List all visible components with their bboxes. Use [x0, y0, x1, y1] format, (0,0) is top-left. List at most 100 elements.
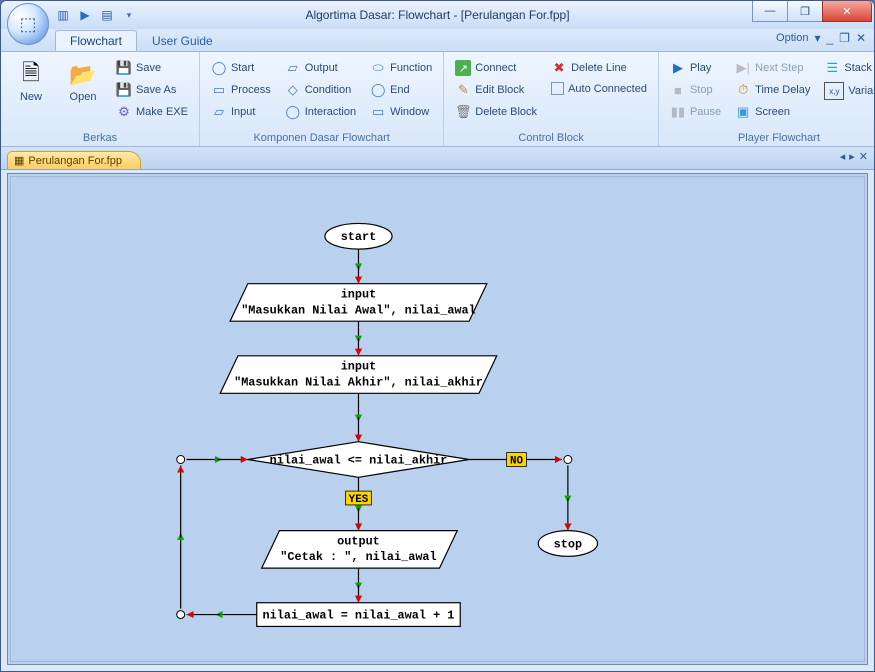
makeexe-button[interactable]: ⚙Make EXE [111, 102, 193, 122]
doc-nav-left-icon[interactable]: ◂ [840, 150, 846, 163]
screen-button[interactable]: ▣ Screen [730, 102, 815, 122]
interaction-icon: ◯ [285, 104, 301, 120]
play-label: Play [690, 62, 711, 74]
stop-label: Stop [690, 84, 713, 96]
pause-label: Pause [690, 106, 721, 118]
start-label: Start [231, 62, 254, 74]
doc-nav-close-icon[interactable]: ✕ [859, 150, 868, 163]
editblock-button[interactable]: ✎ Edit Block [450, 80, 542, 100]
node-input2-l1: input [341, 360, 377, 374]
group-control-label: Control Block [450, 130, 652, 144]
process-label: Process [231, 84, 271, 96]
variable-icon: x,y [824, 82, 844, 100]
node-condition-text: nilai_awal <= nilai_akhir [270, 453, 448, 467]
group-berkas-label: Berkas [7, 130, 193, 144]
qat-icon-3[interactable]: ▤ [99, 7, 115, 23]
process-button[interactable]: ▭ Process [206, 80, 276, 100]
flowchart-svg: YES NO start input "Masukkan Nilai Awal"… [11, 177, 864, 661]
editblock-icon: ✎ [455, 82, 471, 98]
group-control: ↗Connect ✎ Edit Block 🗑Delete Block ✖Dele… [444, 52, 659, 146]
process-icon: ▭ [211, 82, 227, 98]
start-icon: ◯ [211, 60, 227, 76]
function-icon: ⬭ [370, 60, 386, 76]
deleteblock-button[interactable]: 🗑Delete Block [450, 102, 542, 122]
interaction-button[interactable]: ◯Interaction [280, 102, 361, 122]
new-label: New [20, 91, 42, 103]
new-button[interactable]: 🗎 New [7, 56, 55, 130]
timedelay-label: Time Delay [755, 84, 810, 96]
qat-play-icon[interactable]: ▶ [77, 7, 93, 23]
connect-button[interactable]: ↗Connect [450, 58, 542, 78]
window-button[interactable]: ▭ Window [365, 102, 437, 122]
group-player: ▶Play ■ Stop ▮▮ Pause ▶|Next Step ⏱ Time De… [659, 52, 875, 146]
group-komponen-label: Komponen Dasar Flowchart [206, 130, 437, 144]
maximize-button[interactable]: ❐ [787, 1, 823, 22]
mdi-restore-icon[interactable]: ❐ [839, 31, 850, 45]
deleteline-button[interactable]: ✖Delete Line [546, 58, 652, 78]
tab-flowchart[interactable]: Flowchart [55, 30, 137, 51]
document-tabbar: ▦ Perulangan For.fpp ◂ ▸ ✕ [1, 147, 874, 170]
screen-icon: ▣ [735, 104, 751, 120]
option-menu[interactable]: Option [776, 32, 808, 44]
timedelay-button[interactable]: ⏱ Time Delay [730, 80, 815, 100]
connect-label: Connect [475, 62, 516, 74]
input-label: Input [231, 106, 255, 118]
mdi-close-icon[interactable]: ✕ [856, 31, 866, 45]
window-icon: ▭ [370, 104, 386, 120]
new-icon: 🗎 [17, 61, 45, 89]
pause-button[interactable]: ▮▮ Pause [665, 102, 726, 122]
document-tab[interactable]: ▦ Perulangan For.fpp [7, 151, 141, 169]
canvas[interactable]: YES NO start input "Masukkan Nilai Awal"… [7, 173, 868, 665]
stack-button[interactable]: ☰Stack [819, 58, 875, 78]
document-tab-nav: ◂ ▸ ✕ [840, 150, 868, 163]
stack-label: Stack [844, 62, 872, 74]
makeexe-label: Make EXE [136, 106, 188, 118]
qat-dropdown-icon[interactable]: ▾ [121, 7, 137, 23]
function-label: Function [390, 62, 432, 74]
app-menu-orb[interactable]: ⬚ [7, 3, 49, 45]
node-start-text: start [341, 230, 377, 244]
saveas-button[interactable]: 💾Save As [111, 80, 193, 100]
minimize-button[interactable]: — [752, 1, 788, 22]
node-stop-text: stop [554, 537, 582, 551]
variable-button[interactable]: x,yVariable [819, 80, 875, 102]
open-icon: 📂 [69, 61, 97, 89]
close-button[interactable]: ✕ [822, 1, 872, 22]
end-label: End [390, 84, 410, 96]
stop-icon: ■ [670, 82, 686, 98]
nextstep-button[interactable]: ▶|Next Step [730, 58, 815, 78]
group-komponen: ◯ Start ▭ Process ▱Input ▱Output ◇Conditio… [200, 52, 444, 146]
stop-button[interactable]: ■ Stop [665, 80, 726, 100]
condition-button[interactable]: ◇Condition [280, 80, 361, 100]
open-button[interactable]: 📂 Open [59, 56, 107, 130]
timedelay-icon: ⏱ [735, 82, 751, 98]
nextstep-icon: ▶| [735, 60, 751, 76]
no-label: NO [510, 455, 524, 467]
autoconnected-icon [551, 82, 564, 95]
function-button[interactable]: ⬭ Function [365, 58, 437, 78]
tab-userguide[interactable]: User Guide [137, 30, 228, 51]
ribbon: 🗎 New 📂 Open 💾Save 💾Save As ⚙Make EXE Be… [1, 52, 874, 147]
open-label: Open [70, 91, 97, 103]
window-label: Window [390, 106, 429, 118]
qat-icon-1[interactable]: ▥ [55, 7, 71, 23]
autoconnected-button[interactable]: Auto Connected [546, 80, 652, 97]
ribbon-tabstrip: Flowchart User Guide Option ▾ _ ❐ ✕ [1, 29, 874, 52]
doc-nav-right-icon[interactable]: ▸ [849, 150, 855, 163]
node-input1-l2: "Masukkan Nilai Awal", nilai_awal [241, 303, 476, 317]
deleteblock-label: Delete Block [475, 106, 537, 118]
pause-icon: ▮▮ [670, 104, 686, 120]
input-button[interactable]: ▱Input [206, 102, 276, 122]
screen-label: Screen [755, 106, 790, 118]
start-button[interactable]: ◯ Start [206, 58, 276, 78]
deleteline-label: Delete Line [571, 62, 627, 74]
editblock-label: Edit Block [475, 84, 524, 96]
output-button[interactable]: ▱Output [280, 58, 361, 78]
save-button[interactable]: 💾Save [111, 58, 193, 78]
play-button[interactable]: ▶Play [665, 58, 726, 78]
end-button[interactable]: ◯End [365, 80, 437, 100]
ribbon-minimize-icon[interactable]: _ [826, 31, 833, 45]
option-dropdown-icon[interactable]: ▾ [814, 31, 820, 45]
save-label: Save [136, 62, 161, 74]
saveas-icon: 💾 [116, 82, 132, 98]
